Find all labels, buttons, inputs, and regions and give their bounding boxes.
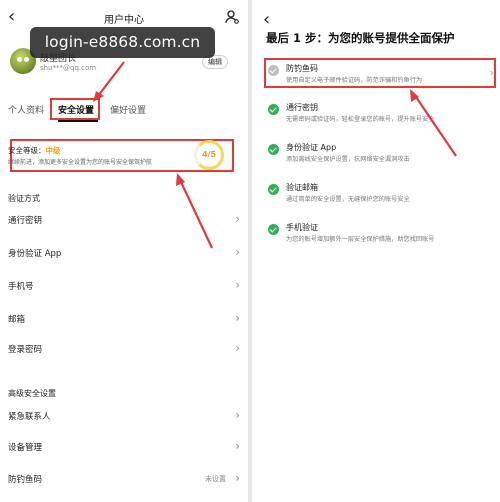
advanced-section-title: 高级安全设置 — [8, 389, 56, 398]
chevron-right-icon: › — [235, 408, 240, 422]
step-authenticator-app[interactable]: 身份验证 App 添加离线安全保护设置，抗网络安全漏洞攻击 — [264, 141, 496, 171]
chevron-right-icon: › — [235, 439, 240, 453]
step-description: 添加离线安全保护设置，抗网络安全漏洞攻击 — [286, 156, 410, 163]
row-label: 设备管理 — [8, 443, 43, 453]
chevron-right-icon: › — [235, 341, 240, 355]
tab-personal-info[interactable]: 个人资料 — [8, 103, 44, 116]
highlight-box-anti-phishing — [264, 58, 496, 88]
security-level-value: 中级 — [45, 146, 61, 155]
email-address: shu***@qq.com — [40, 64, 97, 72]
chevron-right-icon: › — [235, 311, 240, 325]
row-emergency-contact[interactable]: 紧急联系人 › — [8, 407, 240, 427]
row-device-management[interactable]: 设备管理 › — [8, 438, 240, 458]
step-title: 手机验证 — [286, 223, 318, 232]
chevron-right-icon: › — [235, 212, 240, 226]
row-email[interactable]: 邮箱 › — [8, 310, 240, 330]
step-title: 身份验证 App — [286, 143, 337, 152]
chevron-right-icon: › — [235, 245, 240, 259]
security-level-label: 安全等级：中级 — [8, 146, 61, 155]
step-description: 无需密码或验证码，轻松登录您的账号，提升账号安全 — [286, 116, 435, 123]
row-phone[interactable]: 手机号 › — [8, 277, 240, 297]
row-label: 手机号 — [8, 282, 34, 292]
step-passkey[interactable]: 通行密钥 无需密码或验证码，轻松登录您的账号，提升账号安全 — [264, 101, 496, 131]
step-title: 验证邮箱 — [286, 183, 318, 192]
row-label: 登录密码 — [8, 345, 43, 355]
step-description: 通过简单的安全设置，无缝保护您的账号安全 — [286, 196, 410, 203]
row-label: 邮箱 — [8, 315, 26, 325]
final-step-heading: 最后 1 步：为您的账号提供全面保护 — [266, 31, 455, 45]
active-tab-indicator — [58, 120, 98, 122]
not-set-status: 未设置 — [205, 475, 226, 483]
chevron-right-icon: › — [235, 471, 240, 485]
row-label: 紧急联系人 — [8, 412, 51, 422]
watermark-banner: login-e8868.com.cn — [30, 27, 215, 58]
step-verify-email[interactable]: 验证邮箱 通过简单的安全设置，无缝保护您的账号安全 — [264, 181, 496, 211]
page-title: 用户中心 — [104, 15, 144, 26]
chevron-right-icon: › — [235, 278, 240, 292]
row-login-password[interactable]: 登录密码 › — [8, 340, 240, 360]
row-authenticator-app[interactable]: 身份验证 App › — [8, 244, 240, 264]
step-phone-verification[interactable]: 手机验证 为您的账号增加额外一层安全保护措施，助您找回账号 — [264, 221, 496, 251]
row-label: 防钓鱼码 — [8, 475, 43, 485]
row-label: 身份验证 App — [8, 249, 62, 259]
back-arrow-icon[interactable]: ‹ — [263, 11, 270, 29]
security-score: 4/5 — [201, 150, 217, 159]
row-anti-phishing-code[interactable]: 防钓鱼码 未设置 › — [8, 470, 240, 490]
completed-check-icon — [268, 224, 279, 235]
highlight-box-tab — [50, 98, 100, 120]
row-label: 通行密钥 — [8, 216, 43, 226]
completed-check-icon — [268, 184, 279, 195]
security-level-description: 继续前进，添加更多安全设置为您的账号安全保驾护航 — [8, 159, 153, 166]
user-settings-icon[interactable] — [224, 9, 240, 25]
step-title: 通行密钥 — [286, 103, 318, 112]
step-description: 为您的账号增加额外一层安全保护措施，助您找回账号 — [286, 236, 435, 243]
row-passkey[interactable]: 通行密钥 › — [8, 211, 240, 231]
completed-check-icon — [268, 104, 279, 115]
left-panel-user-center: ‹ 用户中心 敲星团长 shu***@qq.com 编辑 个人资料 安全设置 偏… — [0, 0, 248, 502]
tab-preferences[interactable]: 偏好设置 — [110, 103, 146, 116]
completed-check-icon — [268, 144, 279, 155]
verification-section-title: 验证方式 — [8, 194, 40, 203]
